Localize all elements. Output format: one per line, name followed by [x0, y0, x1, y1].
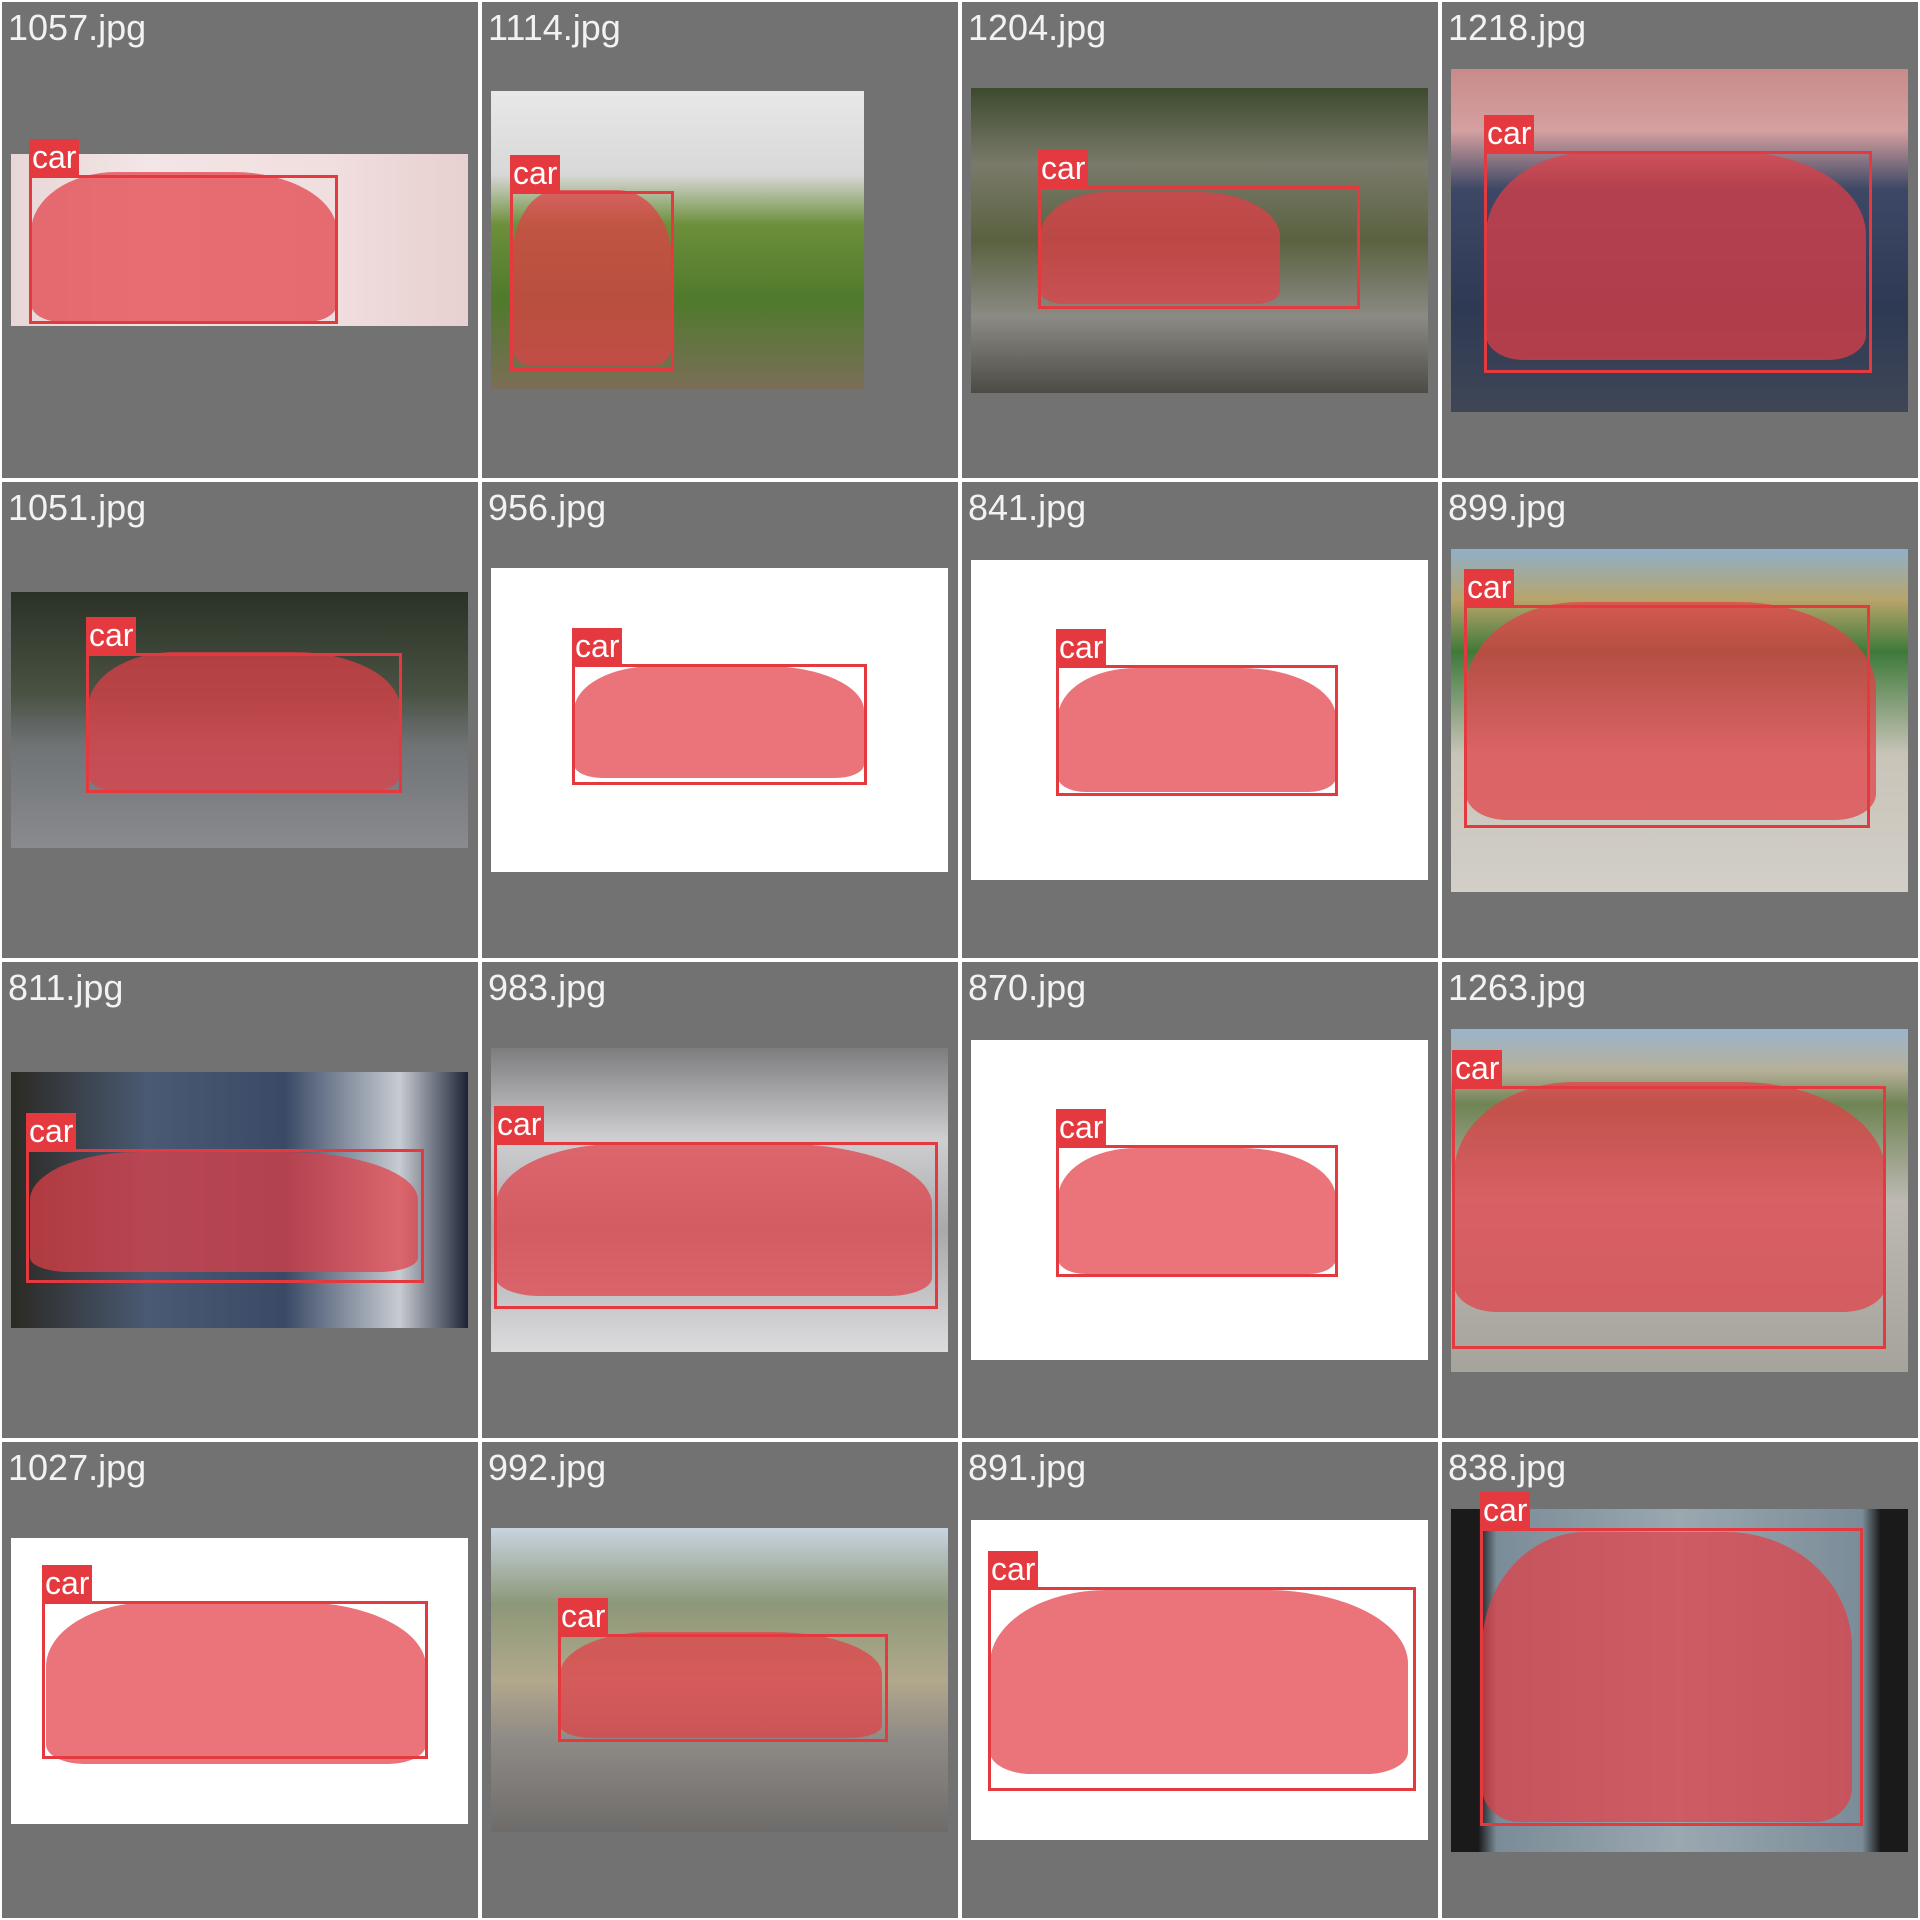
class-label: car [1480, 1492, 1531, 1528]
bounding-box [572, 664, 867, 785]
filename-label: 1027.jpg [8, 1447, 147, 1488]
class-label: car [494, 1106, 545, 1142]
tile-1204: car 1204.jpg [962, 2, 1438, 478]
tile-811: car 811.jpg [2, 962, 478, 1438]
filename-label: 983.jpg [488, 967, 607, 1008]
class-label: car [29, 139, 80, 175]
filename-label: 838.jpg [1448, 1447, 1567, 1488]
filename-label: 1051.jpg [8, 487, 147, 528]
bounding-box [29, 175, 338, 324]
filename-label: 1114.jpg [488, 7, 621, 48]
tile-992: car 992.jpg [482, 1442, 958, 1918]
tile-870: car 870.jpg [962, 962, 1438, 1438]
class-label: car [86, 617, 137, 653]
tile-841: car 841.jpg [962, 482, 1438, 958]
filename-label: 891.jpg [968, 1447, 1087, 1488]
tile-983: car 983.jpg [482, 962, 958, 1438]
class-label: car [1484, 115, 1535, 151]
class-label: car [1038, 150, 1089, 186]
bounding-box [558, 1634, 888, 1742]
bounding-box [1038, 186, 1360, 309]
filename-label: 956.jpg [488, 487, 607, 528]
bounding-box [1480, 1528, 1863, 1826]
bounding-box [86, 653, 402, 793]
class-label: car [988, 1551, 1039, 1587]
tile-1263: car 1263.jpg [1442, 962, 1918, 1438]
bounding-box [494, 1142, 938, 1309]
tile-1057: car 1057.jpg [2, 2, 478, 478]
tile-956: car 956.jpg [482, 482, 958, 958]
tile-1027: car 1027.jpg [2, 1442, 478, 1918]
filename-label: 841.jpg [968, 487, 1087, 528]
bounding-box [1056, 1145, 1338, 1277]
filename-label: 870.jpg [968, 967, 1087, 1008]
filename-label: 992.jpg [488, 1447, 607, 1488]
tile-1051: car 1051.jpg [2, 482, 478, 958]
bounding-box [1484, 151, 1872, 373]
class-label: car [510, 155, 561, 191]
class-label: car [1464, 569, 1515, 605]
filename-label: 899.jpg [1448, 487, 1567, 528]
bounding-box [26, 1149, 424, 1283]
bounding-box [1056, 665, 1338, 796]
bounding-box [1452, 1086, 1886, 1349]
class-label: car [42, 1565, 93, 1601]
annotation-grid: car 1057.jpg car 1114.jpg car 1204.jpg c… [0, 0, 1920, 1920]
class-label: car [26, 1113, 77, 1149]
filename-label: 1057.jpg [8, 7, 147, 48]
class-label: car [558, 1598, 609, 1634]
bounding-box [988, 1587, 1416, 1791]
tile-1114: car 1114.jpg [482, 2, 958, 478]
tile-838: car 838.jpg [1442, 1442, 1918, 1918]
filename-label: 1204.jpg [968, 7, 1107, 48]
class-label: car [1056, 629, 1107, 665]
bounding-box [510, 191, 674, 371]
tile-891: car 891.jpg [962, 1442, 1438, 1918]
tile-1218: car 1218.jpg [1442, 2, 1918, 478]
filename-label: 1263.jpg [1448, 967, 1587, 1008]
bounding-box [42, 1601, 428, 1759]
tile-899: car 899.jpg [1442, 482, 1918, 958]
filename-label: 1218.jpg [1448, 7, 1587, 48]
class-label: car [572, 628, 623, 664]
filename-label: 811.jpg [8, 967, 124, 1008]
bounding-box [1464, 605, 1870, 828]
class-label: car [1056, 1109, 1107, 1145]
class-label: car [1452, 1050, 1503, 1086]
